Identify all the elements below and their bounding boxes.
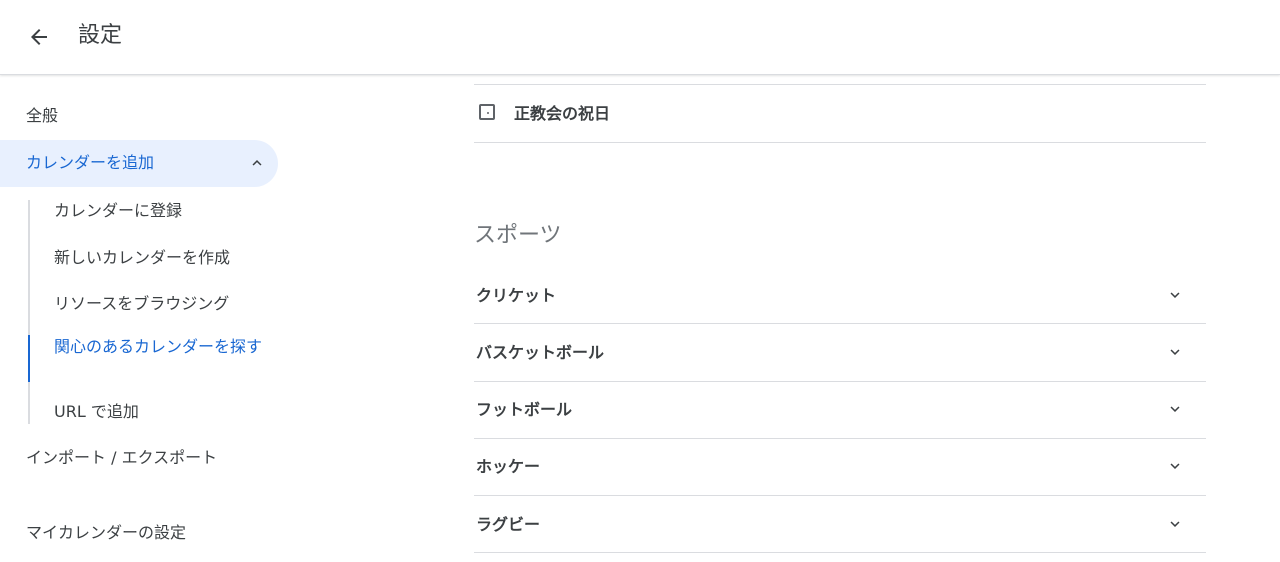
sidebar-subitem-browse-resources[interactable]: リソースをブラウジング xyxy=(54,292,264,315)
page-title: 設定 xyxy=(78,23,123,48)
section-title: スポーツ xyxy=(474,223,562,248)
accordion-label: フットボール xyxy=(476,400,573,419)
submenu-active-indicator xyxy=(28,335,30,382)
divider xyxy=(474,142,1206,143)
accordion-label: ラグビー xyxy=(476,515,541,534)
chevron-down-icon xyxy=(1170,521,1180,527)
chevron-up-icon xyxy=(252,160,262,166)
sidebar-item-label: マイカレンダーの設定 xyxy=(26,523,187,542)
sidebar-subitem-create-new[interactable]: 新しいカレンダーを作成 xyxy=(54,246,264,269)
sidebar-subitem-browse-interesting[interactable]: 関心のあるカレンダーを探す xyxy=(54,335,264,358)
sidebar-subitem-subscribe[interactable]: カレンダーに登録 xyxy=(54,199,264,222)
sidebar-subitem-from-url[interactable]: URL で追加 xyxy=(54,400,264,423)
settings-sidebar: 全般 カレンダーを追加 カレンダーに登録 新しいカレンダーを作成 リソースをブラ… xyxy=(0,75,290,562)
divider xyxy=(474,495,1206,496)
holiday-checkbox-row[interactable]: 正教会の祝日 xyxy=(474,85,1206,142)
arrow-back-icon xyxy=(31,29,47,45)
checkbox-focus-dot xyxy=(487,112,489,114)
checkbox[interactable] xyxy=(479,104,495,120)
divider xyxy=(474,552,1206,553)
divider xyxy=(474,381,1206,382)
chevron-down-icon xyxy=(1170,463,1180,469)
accordion-label: ホッケー xyxy=(476,457,541,476)
accordion-label: バスケットボール xyxy=(476,343,605,362)
chevron-down-icon xyxy=(1170,406,1180,412)
sidebar-item-label: カレンダーを追加 xyxy=(26,153,155,172)
chevron-down-icon xyxy=(1170,292,1180,298)
divider xyxy=(474,323,1206,324)
sidebar-item-label: インポート / エクスポート xyxy=(26,448,218,467)
sidebar-item-label: 全般 xyxy=(26,106,59,125)
back-button[interactable] xyxy=(20,18,58,56)
divider xyxy=(474,438,1206,439)
accordion-label: クリケット xyxy=(476,286,557,305)
checkbox-label: 正教会の祝日 xyxy=(514,104,611,123)
chevron-down-icon xyxy=(1170,349,1180,355)
top-bar: 設定 xyxy=(0,0,1280,75)
submenu-guide-line xyxy=(28,200,30,424)
main-content: 正教会の祝日 スポーツ クリケット バスケットボール フットボール ホッケー ラ… xyxy=(474,75,1206,562)
